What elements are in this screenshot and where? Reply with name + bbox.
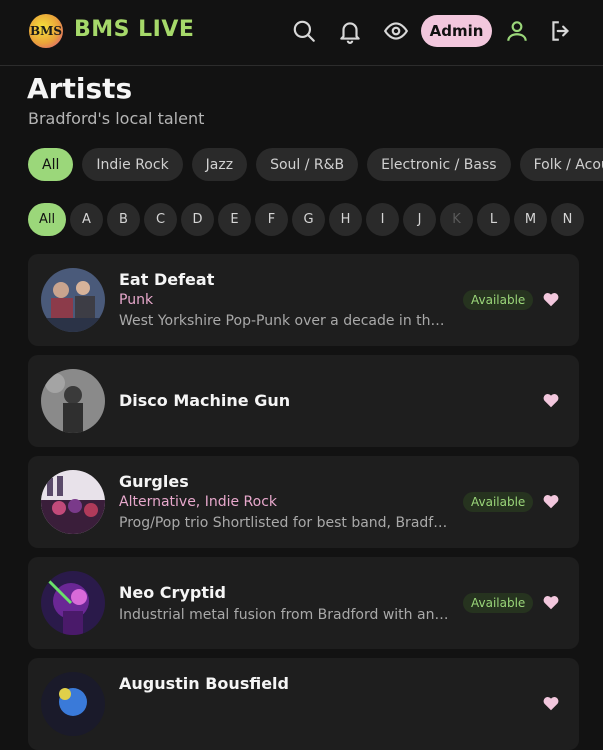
availability-badge: Available [463, 492, 534, 512]
genre-chip-jazz[interactable]: Jazz [191, 148, 248, 181]
artist-description: West Yorkshire Pop-Punk over a decade in… [119, 313, 449, 329]
logout-icon[interactable] [548, 18, 574, 44]
letter-chip-k: K [440, 203, 473, 236]
brand-name[interactable]: BMS LIVE [74, 17, 194, 42]
artist-card[interactable]: Eat Defeat Punk West Yorkshire Pop-Punk … [28, 254, 579, 346]
artist-card[interactable]: Disco Machine Gun [28, 355, 579, 447]
artist-name[interactable]: Gurgles [119, 472, 449, 494]
heart-icon[interactable] [542, 392, 560, 408]
artist-info: Disco Machine Gun [119, 391, 449, 413]
letter-chip-a[interactable]: A [70, 203, 103, 236]
letter-chip-b[interactable]: B [107, 203, 140, 236]
user-icon[interactable] [504, 18, 530, 44]
letter-chip-all[interactable]: All [28, 203, 66, 236]
letter-chip-h[interactable]: H [329, 203, 362, 236]
admin-button[interactable]: Admin [421, 15, 492, 47]
artist-genre: Alternative, Indie Rock [119, 494, 278, 510]
eye-icon[interactable] [383, 18, 409, 44]
letter-chip-e[interactable]: E [218, 203, 251, 236]
genre-chip-electronic-bass[interactable]: Electronic / Bass [367, 148, 511, 181]
artist-card[interactable]: Neo Cryptid Industrial metal fusion from… [28, 557, 579, 649]
letter-chip-d[interactable]: D [181, 203, 214, 236]
artist-name[interactable]: Disco Machine Gun [119, 391, 449, 413]
letter-chip-g[interactable]: G [292, 203, 325, 236]
availability-badge: Available [463, 290, 534, 310]
artist-avatar [41, 369, 105, 433]
letter-chip-f[interactable]: F [255, 203, 288, 236]
artist-description: Industrial metal fusion from Bradford wi… [119, 607, 449, 623]
artist-info: Neo Cryptid Industrial metal fusion from… [119, 583, 449, 623]
heart-icon[interactable] [542, 695, 560, 711]
letter-chip-l[interactable]: L [477, 203, 510, 236]
heart-icon[interactable] [542, 594, 560, 610]
logo-text: BMS [29, 24, 63, 38]
genre-chip-soul-rnb[interactable]: Soul / R&B [256, 148, 359, 181]
artist-avatar [41, 470, 105, 534]
artist-avatar [41, 268, 105, 332]
genre-chip-all[interactable]: All [28, 148, 74, 181]
artist-card[interactable]: Augustin Bousfield [28, 658, 579, 750]
top-nav-bar: BMS BMS LIVE Admin [0, 0, 603, 66]
letter-chip-m[interactable]: M [514, 203, 547, 236]
artist-name[interactable]: Augustin Bousfield [119, 674, 449, 696]
artist-avatar [41, 672, 105, 736]
bms-logo[interactable]: BMS [29, 14, 63, 48]
letter-chip-i[interactable]: I [366, 203, 399, 236]
letter-chip-j[interactable]: J [403, 203, 436, 236]
alphabet-filter-bar: All A B C D E F G H I J K L M N [28, 203, 603, 236]
availability-badge: Available [463, 593, 534, 613]
search-icon[interactable] [291, 18, 317, 44]
page-title: Artists [27, 72, 133, 105]
artist-description: Prog/Pop trio Shortlisted for best band,… [119, 515, 449, 531]
bell-icon[interactable] [337, 18, 363, 44]
letter-chip-c[interactable]: C [144, 203, 177, 236]
artist-name[interactable]: Neo Cryptid [119, 583, 449, 605]
genre-filter-bar: All Indie Rock Jazz Soul / R&B Electronic / … [28, 148, 603, 181]
artist-name[interactable]: Eat Defeat [119, 270, 449, 292]
genre-chip-indie-rock[interactable]: Indie Rock [82, 148, 183, 181]
artist-info: Eat Defeat Punk West Yorkshire Pop-Punk … [119, 270, 449, 329]
heart-icon[interactable] [542, 291, 560, 307]
artist-info: Augustin Bousfield [119, 674, 449, 696]
genre-chip-folk-acoustic[interactable]: Folk / Acous [519, 148, 603, 181]
letter-chip-n[interactable]: N [551, 203, 584, 236]
artist-info: Gurgles Alternative, Indie Rock Prog/Pop… [119, 472, 449, 531]
page-subtitle: Bradford's local talent [28, 109, 205, 128]
artist-avatar [41, 571, 105, 635]
heart-icon[interactable] [542, 493, 560, 509]
artist-genre: Punk [119, 292, 154, 308]
artist-card[interactable]: Gurgles Alternative, Indie Rock Prog/Pop… [28, 456, 579, 548]
